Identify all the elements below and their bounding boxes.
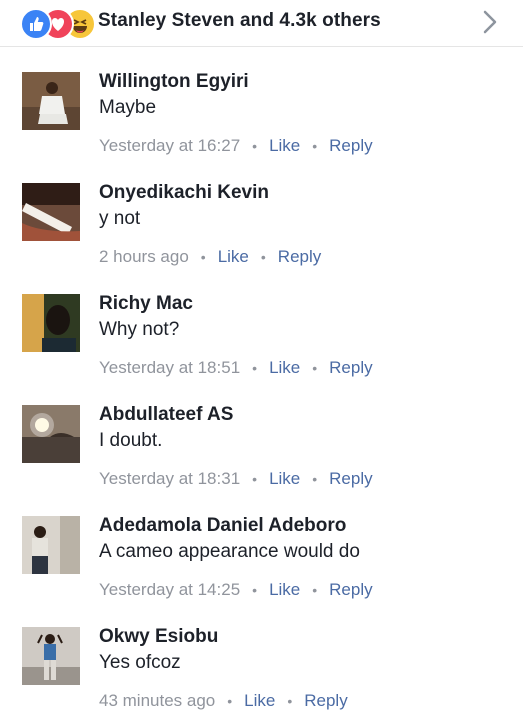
comment-meta: Yesterday at 18:31 • Like • Reply bbox=[99, 469, 373, 489]
comment-text: A cameo appearance would do bbox=[99, 541, 360, 562]
timestamp: 43 minutes ago bbox=[99, 691, 216, 710]
comment-text: Why not? bbox=[99, 319, 180, 340]
comment-item: Adedamola Daniel Adeboro A cameo appeara… bbox=[0, 503, 523, 614]
like-link[interactable]: Like bbox=[218, 247, 249, 266]
reaction-icons[interactable] bbox=[20, 8, 96, 40]
comment-item: Okwy Esiobu Yes ofcoz 43 minutes ago • Lik… bbox=[0, 614, 523, 725]
reply-link[interactable]: Reply bbox=[278, 247, 321, 266]
separator-dot: • bbox=[287, 693, 293, 709]
comment-item: Richy Mac Why not? Yesterday at 18:51 • Li… bbox=[0, 281, 523, 392]
avatar[interactable] bbox=[22, 627, 80, 685]
comment-text: I doubt. bbox=[99, 430, 163, 451]
separator-dot: • bbox=[312, 582, 318, 598]
comment-text: Maybe bbox=[99, 97, 157, 118]
timestamp: Yesterday at 18:51 bbox=[99, 358, 241, 377]
separator-dot: • bbox=[227, 693, 233, 709]
commenter-name[interactable]: Okwy Esiobu bbox=[99, 626, 218, 648]
comment-meta: 43 minutes ago • Like • Reply bbox=[99, 691, 348, 711]
reply-link[interactable]: Reply bbox=[329, 358, 372, 377]
commenter-name[interactable]: Richy Mac bbox=[99, 293, 193, 315]
like-link[interactable]: Like bbox=[269, 580, 300, 599]
reply-link[interactable]: Reply bbox=[304, 691, 347, 710]
commenter-name[interactable]: Willington Egyiri bbox=[99, 71, 249, 93]
commenter-name[interactable]: Abdullateef AS bbox=[99, 404, 233, 426]
chevron-right-icon[interactable] bbox=[483, 10, 497, 39]
timestamp: Yesterday at 18:31 bbox=[99, 469, 241, 488]
separator-dot: • bbox=[252, 471, 258, 487]
comment-meta: Yesterday at 16:27 • Like • Reply bbox=[99, 136, 373, 156]
comment-meta: 2 hours ago • Like • Reply bbox=[99, 247, 321, 267]
avatar[interactable] bbox=[22, 294, 80, 352]
reactions-header[interactable]: Stanley Steven and 4.3k others bbox=[0, 0, 523, 47]
like-icon bbox=[20, 8, 52, 40]
avatar[interactable] bbox=[22, 405, 80, 463]
comment-text: Yes ofcoz bbox=[99, 652, 181, 673]
reply-link[interactable]: Reply bbox=[329, 136, 372, 155]
separator-dot: • bbox=[312, 360, 318, 376]
timestamp: 2 hours ago bbox=[99, 247, 189, 266]
separator-dot: • bbox=[312, 471, 318, 487]
comment-item: Onyedikachi Kevin y not 2 hours ago • Like… bbox=[0, 170, 523, 281]
comment-meta: Yesterday at 18:51 • Like • Reply bbox=[99, 358, 373, 378]
separator-dot: • bbox=[252, 138, 258, 154]
separator-dot: • bbox=[252, 582, 258, 598]
separator-dot: • bbox=[312, 138, 318, 154]
like-link[interactable]: Like bbox=[269, 469, 300, 488]
separator-dot: • bbox=[252, 360, 258, 376]
like-link[interactable]: Like bbox=[244, 691, 275, 710]
commenter-name[interactable]: Onyedikachi Kevin bbox=[99, 182, 269, 204]
reply-link[interactable]: Reply bbox=[329, 469, 372, 488]
comment-item: Abdullateef AS I doubt. Yesterday at 18:… bbox=[0, 392, 523, 503]
timestamp: Yesterday at 16:27 bbox=[99, 136, 241, 155]
separator-dot: • bbox=[260, 249, 266, 265]
commenter-name[interactable]: Adedamola Daniel Adeboro bbox=[99, 515, 346, 537]
avatar[interactable] bbox=[22, 516, 80, 574]
avatar[interactable] bbox=[22, 183, 80, 241]
comment-text: y not bbox=[99, 208, 141, 229]
like-link[interactable]: Like bbox=[269, 358, 300, 377]
separator-dot: • bbox=[200, 249, 206, 265]
reactions-summary[interactable]: Stanley Steven and 4.3k others bbox=[98, 10, 381, 32]
like-link[interactable]: Like bbox=[269, 136, 300, 155]
comment-item: Willington Egyiri Maybe Yesterday at 16:… bbox=[0, 59, 523, 170]
timestamp: Yesterday at 14:25 bbox=[99, 580, 241, 599]
avatar[interactable] bbox=[22, 72, 80, 130]
comment-meta: Yesterday at 14:25 • Like • Reply bbox=[99, 580, 373, 600]
reply-link[interactable]: Reply bbox=[329, 580, 372, 599]
